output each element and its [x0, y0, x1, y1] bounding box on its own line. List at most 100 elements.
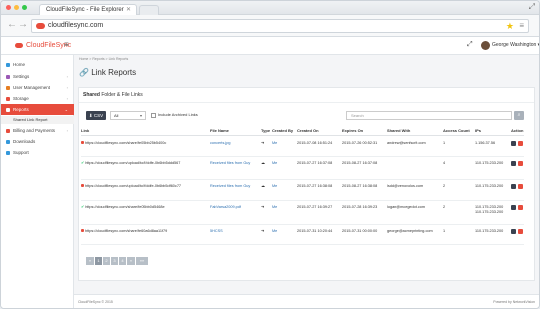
user-menu[interactable]: George Washington ▾: [492, 42, 539, 48]
link-url[interactable]: https://cloudfilesync.com/share/fe05bb0d…: [85, 205, 164, 209]
delete-button[interactable]: [518, 141, 523, 146]
tab-title: CloudFileSync - File Explorer: [46, 7, 124, 13]
column-header-link[interactable]: Link: [81, 128, 89, 133]
page-last-button[interactable]: »»: [136, 257, 148, 265]
created-on-cell: 2015-07-08 16:51:24: [297, 141, 333, 145]
link-url[interactable]: https://cloudfilesync.com/share/fe60a6d8…: [85, 229, 167, 233]
panel-title: Shared Folder & File Links: [83, 92, 143, 98]
file-cell[interactable]: FabVarsa2009.pdf: [210, 205, 241, 210]
sidebar-subitem-shared-link-report[interactable]: Shared Link Report: [1, 116, 74, 124]
ips-cell: 110.175.233.200 110.175.233.200: [475, 205, 503, 215]
created-on-cell: 2015-07-27 16:38:08: [297, 184, 333, 188]
edit-button[interactable]: [511, 161, 516, 166]
ip-address: 110.175.233.200: [475, 161, 504, 165]
fullscreen-icon[interactable]: ⤢: [529, 2, 535, 12]
expires-on-cell: 2015-07-31 00:00:00: [342, 229, 378, 233]
link-url[interactable]: https://cloudfilesync.com/upload/to/f/dd…: [85, 184, 181, 188]
page-2-button[interactable]: 2: [103, 257, 110, 265]
sidebar-item-home[interactable]: Home: [1, 59, 74, 70]
created-by-cell[interactable]: Me: [272, 161, 277, 166]
divider: [81, 135, 524, 136]
page-next-button[interactable]: »: [127, 257, 135, 265]
filter-select[interactable]: All ▾: [110, 111, 146, 120]
chart-icon: [6, 108, 10, 112]
edit-button[interactable]: [511, 184, 516, 189]
close-window-button[interactable]: [6, 5, 11, 10]
sidebar-item-reports[interactable]: Reports ⌄: [1, 104, 74, 115]
sidebar: Home Settings › User Management › Storag…: [1, 55, 74, 308]
edit-button[interactable]: [511, 205, 516, 210]
include-archived-checkbox[interactable]: [151, 113, 156, 118]
forward-arrow-icon[interactable]: →: [18, 19, 28, 31]
delete-button[interactable]: [518, 184, 523, 189]
include-archived-label: Include Archived Links: [158, 112, 198, 117]
column-header-created-on[interactable]: Created On: [297, 128, 319, 133]
file-cell[interactable]: Received files from Guy: [210, 161, 250, 166]
page-3-button[interactable]: 3: [111, 257, 118, 265]
browser-tab[interactable]: CloudFileSync - File Explorer ✕: [39, 4, 137, 15]
delete-button[interactable]: [518, 161, 523, 166]
delete-button[interactable]: [518, 205, 523, 210]
link-url[interactable]: https://cloudfilesync.com/upload/to/f/dd…: [85, 161, 180, 165]
column-header-expires-on[interactable]: Expires On: [342, 128, 363, 133]
link-url[interactable]: https://cloudfilesync.com/share/fe05bb25…: [85, 141, 166, 145]
access-cell: 4: [443, 161, 446, 165]
close-icon[interactable]: ✕: [126, 5, 131, 15]
sidebar-item-support[interactable]: Support: [1, 147, 74, 158]
csv-label: CSV: [93, 113, 104, 118]
chevron-right-icon: ›: [66, 85, 68, 90]
search-input[interactable]: Search: [346, 111, 512, 120]
page-1-button[interactable]: 1: [95, 257, 102, 265]
brand-logo[interactable]: CloudFileSync: [15, 41, 71, 51]
edit-button[interactable]: [511, 229, 516, 234]
menu-icon[interactable]: ≡: [519, 20, 524, 32]
sidebar-item-label: Storage: [13, 96, 29, 101]
sidebar-item-label: Billing and Payments: [13, 128, 56, 133]
avatar[interactable]: [481, 41, 490, 50]
sidebar-item-downloads[interactable]: Downloads: [1, 136, 74, 147]
search-button[interactable]: ⌕: [514, 111, 524, 120]
page-4-button[interactable]: 4: [119, 257, 126, 265]
star-bookmark-icon[interactable]: ★: [506, 20, 514, 32]
column-header-ips[interactable]: IPs: [475, 128, 481, 133]
footer-powered-by[interactable]: Powered by NetworkVision: [493, 300, 535, 304]
sidebar-subitem-label: Shared Link Report: [13, 117, 48, 122]
created-on-cell: 2015-07-27 16:37:08: [297, 161, 333, 165]
column-header-created-by[interactable]: Created By: [272, 128, 293, 133]
minimize-window-button[interactable]: [14, 5, 19, 10]
link-cell: https://cloudfilesync.com/upload/to/f/dd…: [81, 184, 181, 189]
delete-button[interactable]: [518, 229, 523, 234]
column-header-shared-with[interactable]: Shared With: [387, 128, 410, 133]
page-prev-button[interactable]: «: [86, 257, 94, 265]
new-tab-button[interactable]: [139, 5, 159, 15]
created-by-cell[interactable]: Me: [272, 141, 277, 146]
edit-button[interactable]: [511, 141, 516, 146]
sidebar-item-label: Reports: [13, 107, 29, 112]
expand-icon[interactable]: ⤢: [467, 41, 473, 49]
column-header-file-name[interactable]: File Name: [210, 128, 229, 133]
breadcrumb[interactable]: Home > Reports > Link Reports: [79, 56, 128, 62]
sidebar-item-storage[interactable]: Storage ›: [1, 93, 74, 104]
file-cell[interactable]: concerts.jpg: [210, 141, 230, 146]
column-header-access-count[interactable]: Access Count: [443, 128, 470, 133]
back-arrow-icon[interactable]: ←: [7, 19, 17, 31]
file-cell[interactable]: 5HCSS: [210, 229, 223, 234]
maximize-window-button[interactable]: [22, 5, 27, 10]
csv-export-button[interactable]: ⬇ CSV: [86, 111, 106, 120]
hamburger-menu-icon[interactable]: ≡: [64, 40, 69, 49]
url-field[interactable]: cloudfilesync.com ★ ≡: [31, 19, 529, 33]
sidebar-item-user-management[interactable]: User Management ›: [1, 82, 74, 93]
database-icon: [6, 97, 10, 101]
column-header-action[interactable]: Action: [511, 128, 523, 133]
sidebar-item-billing[interactable]: Billing and Payments ›: [1, 125, 74, 136]
sidebar-item-settings[interactable]: Settings ›: [1, 71, 74, 82]
created-by-cell[interactable]: Me: [272, 229, 277, 234]
created-by-cell[interactable]: Me: [272, 205, 277, 210]
created-by-cell[interactable]: Me: [272, 184, 277, 189]
file-cell[interactable]: Received files from Guy: [210, 184, 250, 189]
type-cell: ☁: [261, 184, 265, 188]
check-icon: ✔: [81, 161, 85, 165]
user-name: George Washington: [492, 42, 537, 48]
column-header-type[interactable]: Type: [261, 128, 270, 133]
sidebar-item-label: Settings: [13, 74, 30, 79]
